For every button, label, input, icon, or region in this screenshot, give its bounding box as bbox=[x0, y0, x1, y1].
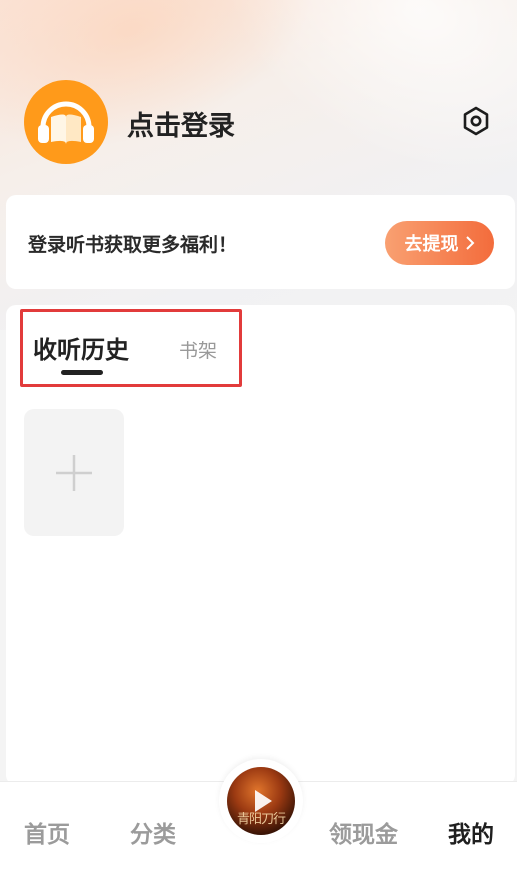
nav-cash[interactable]: 领现金 bbox=[329, 815, 398, 849]
promo-text: 登录听书获取更多福利！ bbox=[28, 234, 238, 256]
tab-listening-history[interactable]: 收听历史 bbox=[33, 330, 129, 365]
hexagon-settings-icon bbox=[463, 106, 489, 136]
settings-button[interactable] bbox=[460, 105, 492, 137]
add-book-tile[interactable] bbox=[24, 409, 124, 536]
plus-icon bbox=[56, 454, 92, 491]
avatar[interactable] bbox=[24, 80, 108, 164]
withdraw-button-label: 去提现 bbox=[404, 234, 459, 255]
chevron-right-icon bbox=[465, 236, 474, 250]
tab-group-highlight: 收听历史 书架 bbox=[20, 309, 242, 387]
promo-card: 登录听书获取更多福利！ 去提现 bbox=[6, 195, 515, 289]
nav-home[interactable]: 首页 bbox=[24, 815, 70, 849]
profile-header: 点击登录 bbox=[0, 78, 517, 168]
active-tab-indicator bbox=[61, 370, 103, 375]
nav-mine[interactable]: 我的 bbox=[448, 815, 494, 849]
headphone-book-icon bbox=[38, 101, 94, 144]
login-link[interactable]: 点击登录 bbox=[127, 104, 235, 143]
withdraw-button[interactable]: 去提现 bbox=[385, 221, 494, 265]
nav-category[interactable]: 分类 bbox=[130, 815, 176, 849]
mini-player: 青阳刀行 bbox=[219, 759, 303, 843]
tab-bookshelf[interactable]: 书架 bbox=[179, 336, 217, 363]
history-card: 收听历史 书架 bbox=[6, 305, 515, 785]
player-cover-button[interactable]: 青阳刀行 bbox=[227, 767, 295, 835]
play-icon bbox=[254, 790, 272, 812]
